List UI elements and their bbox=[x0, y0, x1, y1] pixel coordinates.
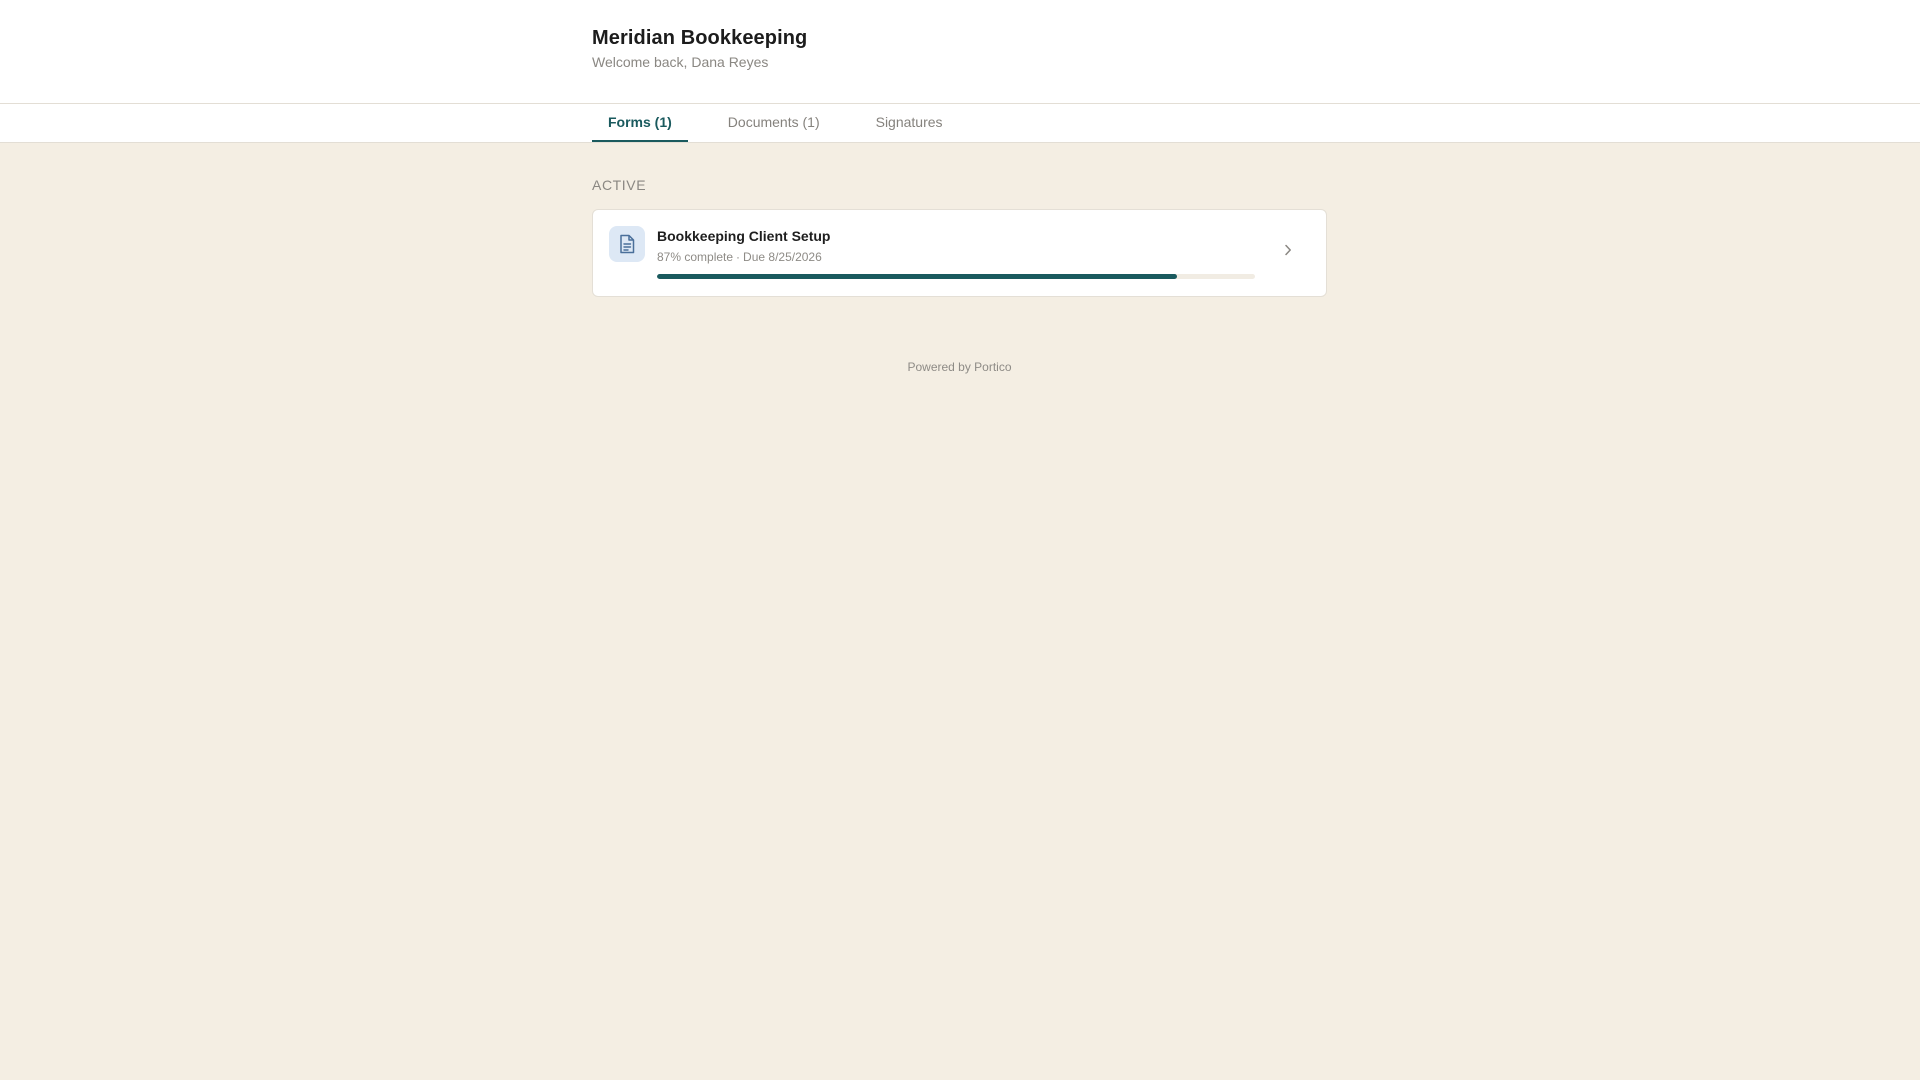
document-icon bbox=[609, 226, 645, 262]
progress-fill bbox=[657, 274, 1178, 279]
progress-bar bbox=[657, 274, 1255, 279]
org-name: Meridian Bookkeeping bbox=[592, 27, 808, 49]
section-label-active: ACTIVE bbox=[592, 177, 647, 193]
meta-separator: · bbox=[736, 250, 741, 264]
form-card[interactable]: Bookkeeping Client Setup 87% complete · Du… bbox=[592, 209, 1327, 297]
welcome-message: Welcome back, Dana Reyes bbox=[592, 54, 769, 70]
portal-header: Meridian Bookkeeping Welcome back, Dana … bbox=[0, 0, 1920, 104]
progress-text: 87% complete bbox=[657, 250, 734, 264]
form-meta: 87% complete · Due 8/25/2026 bbox=[657, 249, 1257, 265]
chevron-right-icon[interactable] bbox=[1280, 240, 1296, 260]
form-title: Bookkeeping Client Setup bbox=[657, 228, 831, 244]
tab-bar: Forms (1) Documents (1) Signatures bbox=[0, 104, 1920, 143]
tab-signatures[interactable]: Signatures bbox=[860, 104, 959, 142]
powered-by: Powered by Portico bbox=[907, 360, 1012, 374]
tab-documents[interactable]: Documents (1) bbox=[712, 104, 836, 142]
main-content: ACTIVE Bookkeeping Client Setup 87% comp… bbox=[0, 143, 1920, 374]
due-date: Due 8/25/2026 bbox=[743, 250, 822, 264]
tab-forms[interactable]: Forms (1) bbox=[592, 104, 688, 142]
